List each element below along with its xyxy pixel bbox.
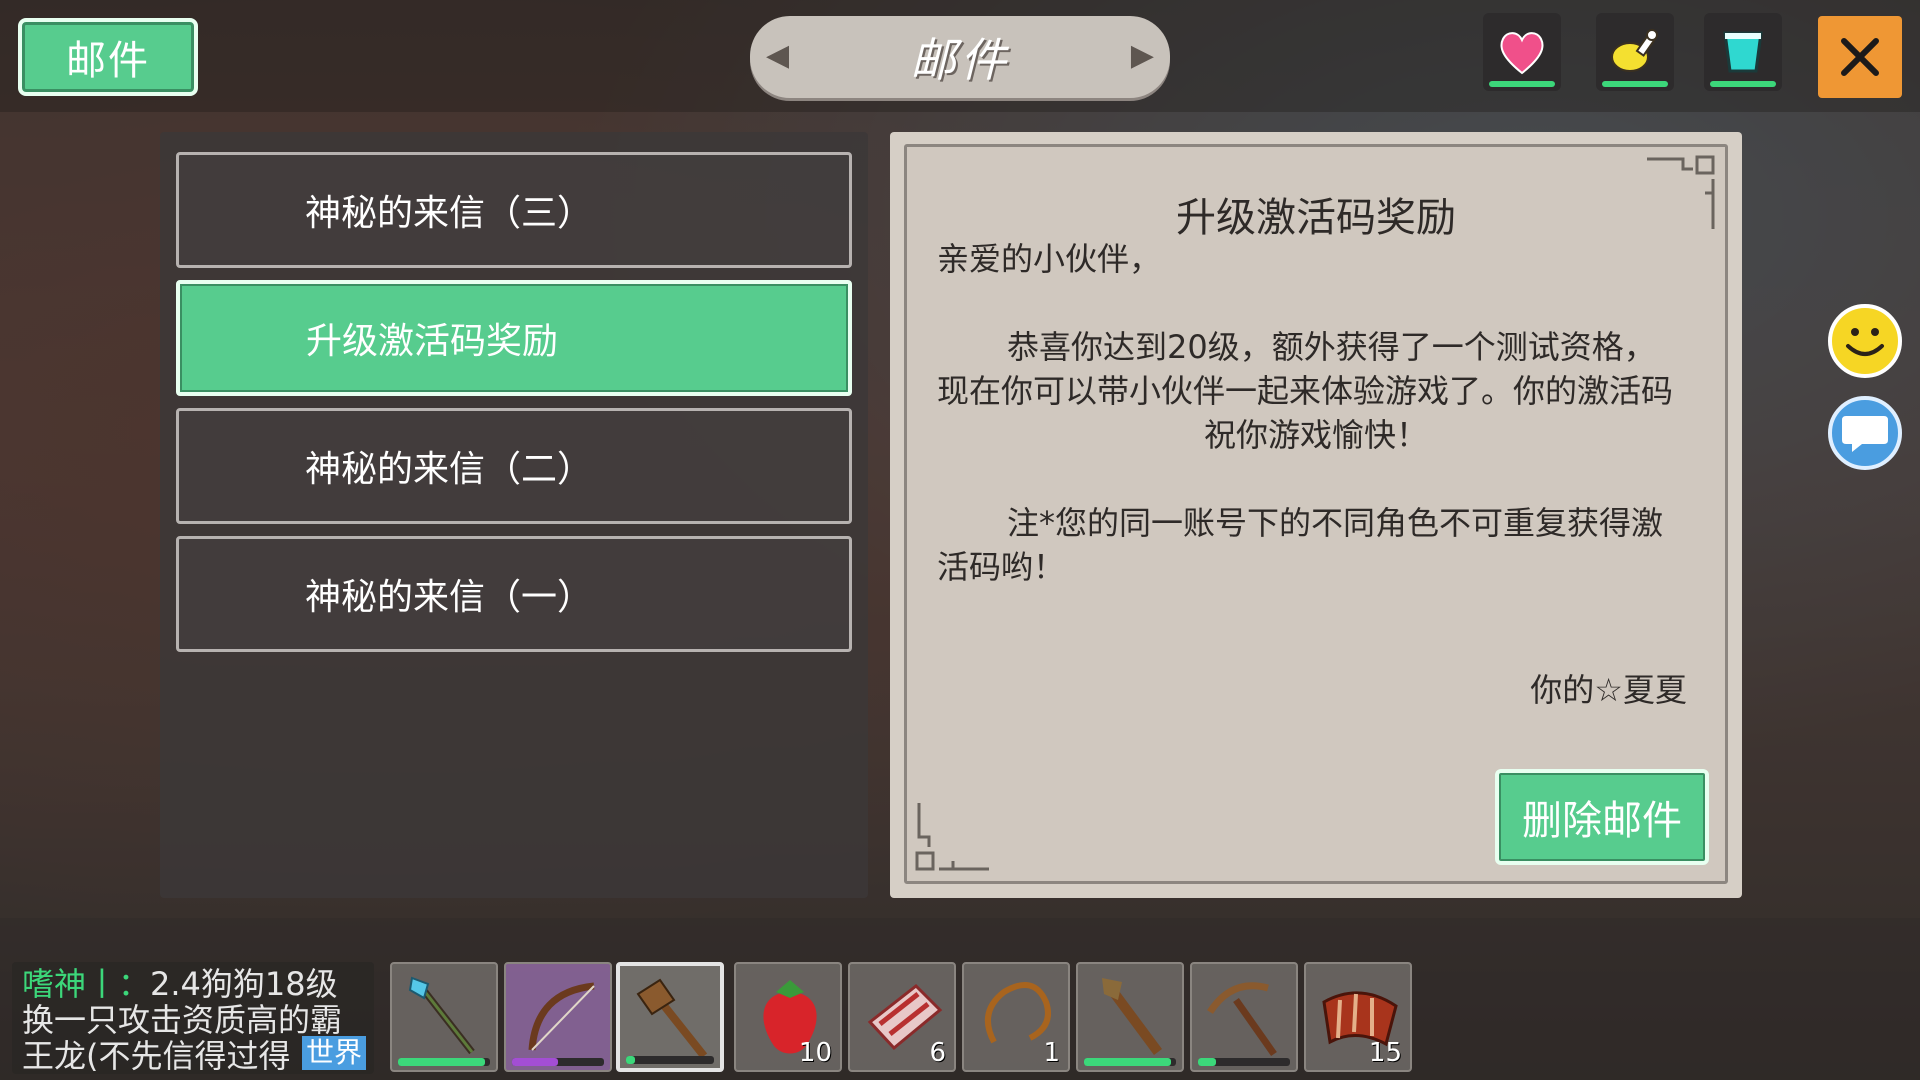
letter-frame: 升级激活码奖励 亲爱的小伙伴， 恭喜你达到20级，额外获得了一个测试资格， 现在… xyxy=(904,144,1728,884)
corner-ornament-icon xyxy=(915,803,989,871)
channel-badge: 世界 xyxy=(301,1036,366,1070)
chat-speaker: 嗜神丨： xyxy=(22,965,151,1003)
cup-icon xyxy=(1723,31,1763,73)
hotbar-slot[interactable]: 1 xyxy=(962,962,1070,1072)
mail-item-selected[interactable]: 升级激活码奖励 xyxy=(176,280,852,396)
durability-bar xyxy=(1084,1058,1176,1066)
health-button[interactable] xyxy=(1483,13,1561,91)
durability-bar xyxy=(1198,1058,1290,1066)
letter-heading: 升级激活码奖励 xyxy=(1176,195,1456,241)
close-icon xyxy=(1841,38,1879,76)
wooden-axe-icon xyxy=(636,978,708,1059)
drumstick-icon xyxy=(1611,29,1658,72)
hotbar-slot[interactable]: 6 xyxy=(848,962,956,1072)
durability-bar xyxy=(626,1056,714,1064)
mail-list-panel: 神秘的来信（三） 升级激活码奖励 神秘的来信（二） 神秘的来信（一） xyxy=(160,132,868,898)
delete-mail-button[interactable]: 删除邮件 xyxy=(1495,769,1709,865)
chat-button[interactable] xyxy=(1828,396,1902,470)
hotbar-slot[interactable]: 15 xyxy=(1304,962,1412,1072)
item-count: 15 xyxy=(1368,1038,1402,1068)
chat-bubble-icon xyxy=(1842,416,1888,452)
letter-signature: 你的☆夏夏 xyxy=(1530,671,1687,709)
letter-body-line: 现在你可以带小伙伴一起来体验游戏了。你的激活码 xyxy=(937,372,1674,410)
durability-bar xyxy=(398,1058,490,1066)
hotbar-slot[interactable] xyxy=(1076,962,1184,1072)
mail-item[interactable]: 神秘的来信（二） xyxy=(176,408,852,524)
letter-greeting: 亲爱的小伙伴， xyxy=(937,240,1162,278)
bow-icon xyxy=(528,982,595,1051)
hotbar-slot[interactable] xyxy=(504,962,612,1072)
title-plaque: ◀ 邮件 ▶ xyxy=(750,16,1170,98)
hunger-button[interactable] xyxy=(1596,13,1674,91)
letter-body-line: 祝你游戏愉快！ xyxy=(1203,416,1428,454)
durability-bar xyxy=(512,1058,604,1066)
magic-staff-icon xyxy=(408,976,475,1055)
letter-note-line: 注*您的同一账号下的不同角色不可重复获得激 xyxy=(1007,504,1664,542)
hotbar-slot[interactable] xyxy=(1190,962,1298,1072)
close-button[interactable] xyxy=(1818,16,1902,98)
heart-icon xyxy=(1500,32,1544,75)
pickaxe-icon xyxy=(1207,982,1277,1057)
letter-panel: 升级激活码奖励 亲爱的小伙伴， 恭喜你达到20级，额外获得了一个测试资格， 现在… xyxy=(890,132,1742,898)
torch-icon xyxy=(1102,978,1163,1055)
chat-text: 2.4狗狗18级 xyxy=(150,965,338,1003)
mail-tab[interactable]: 邮件 xyxy=(18,18,198,96)
item-count: 6 xyxy=(929,1038,946,1068)
letter-body-line: 恭喜你达到20级，额外获得了一个测试资格， xyxy=(1007,328,1656,366)
mail-item[interactable]: 神秘的来信（一） xyxy=(176,536,852,652)
mail-item[interactable]: 神秘的来信（三） xyxy=(176,152,852,268)
hotbar-slot[interactable]: 10 xyxy=(734,962,842,1072)
ornament-left-icon: ◀ xyxy=(766,38,790,73)
hotbar-slot[interactable] xyxy=(390,962,498,1072)
thirst-bar xyxy=(1710,81,1776,87)
thirst-button[interactable] xyxy=(1704,13,1782,91)
chat-message-box[interactable]: 嗜神丨：2.4狗狗18级 换一只攻击资质高的霸 王龙(不先信得过得 世界 xyxy=(12,962,374,1074)
ornament-right-icon: ▶ xyxy=(1130,38,1154,73)
emote-button[interactable] xyxy=(1828,304,1902,378)
item-count: 1 xyxy=(1043,1038,1060,1068)
chat-line: 嗜神丨：2.4狗狗18级 xyxy=(22,966,364,1002)
health-bar xyxy=(1489,81,1555,87)
hunger-bar xyxy=(1602,81,1668,87)
chat-line: 换一只攻击资质高的霸 xyxy=(22,1001,343,1039)
hotbar-slot-selected[interactable] xyxy=(616,962,724,1072)
smiley-icon xyxy=(1846,328,1884,356)
item-count: 10 xyxy=(798,1038,832,1068)
letter-note-line: 活码哟！ xyxy=(937,548,1066,586)
page-title: 邮件 xyxy=(910,33,1010,87)
